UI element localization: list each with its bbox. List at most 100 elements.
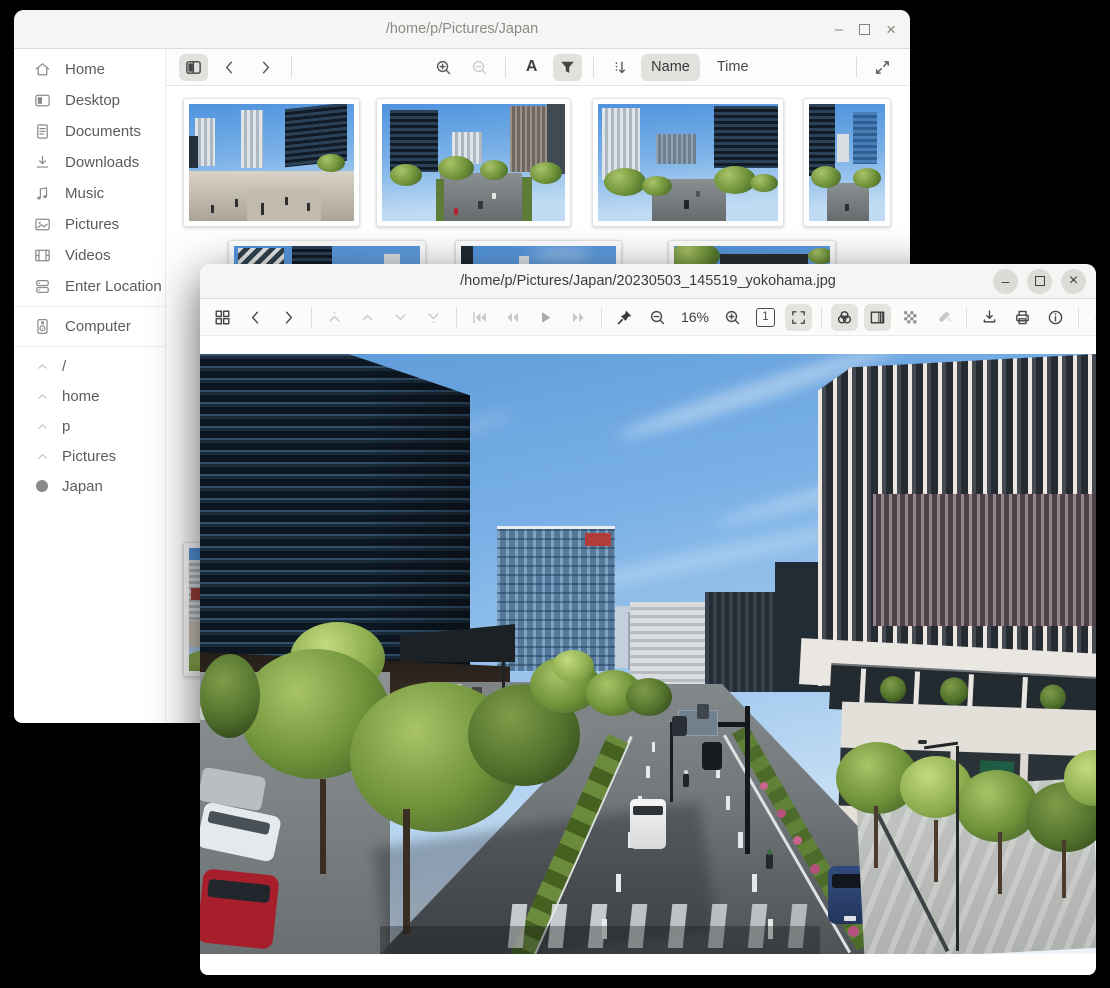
image-viewer-toolbar: 16% 1 — [200, 299, 1096, 336]
back-button[interactable] — [215, 54, 244, 81]
sign-gantry-post — [745, 706, 750, 854]
image-viewer-title: /home/p/Pictures/Japan/20230503_145519_y… — [460, 273, 836, 289]
sidebar-item-videos[interactable]: Videos — [14, 240, 165, 271]
terrace-tree — [1039, 684, 1066, 711]
paint-brush-icon — [934, 308, 953, 327]
sidebar-item-enter-location[interactable]: Enter Location — [14, 271, 165, 302]
forward-button[interactable] — [251, 54, 280, 81]
tree-item-japan-current[interactable]: Japan — [14, 471, 165, 501]
zoom-in-icon — [434, 58, 453, 77]
dark-suv — [702, 742, 722, 770]
sidebar-panel-icon — [184, 58, 203, 77]
skip-to-start-button[interactable] — [466, 304, 493, 331]
tree-trunk — [320, 779, 326, 874]
zoom-in-button[interactable] — [719, 304, 746, 331]
license-plate — [844, 916, 856, 921]
background-toggle-button[interactable] — [864, 304, 891, 331]
font-size-button[interactable]: A — [517, 54, 546, 81]
fit-to-window-button[interactable] — [785, 304, 812, 331]
sidebar-item-desktop[interactable]: Desktop — [14, 85, 165, 116]
sidebar-separator — [14, 306, 165, 307]
up-button[interactable] — [354, 304, 381, 331]
sidebar-item-documents[interactable]: Documents — [14, 116, 165, 147]
sidebar-item-home[interactable]: Home — [14, 54, 165, 85]
sort-by-name-button[interactable]: Name — [641, 54, 700, 81]
image-viewer-titlebar[interactable]: /home/p/Pictures/Japan/20230503_145519_y… — [200, 264, 1096, 299]
toolbar-separator — [821, 307, 822, 328]
rotate-left-button[interactable] — [1088, 304, 1096, 331]
sidebar-item-music[interactable]: Music — [14, 178, 165, 209]
minimize-button[interactable]: – — [835, 22, 843, 37]
flowers — [848, 926, 859, 937]
thumb-building — [189, 136, 198, 168]
tree-item-pictures[interactable]: Pictures — [14, 441, 165, 471]
chevron-right-icon — [256, 58, 275, 77]
terrace-tree — [879, 676, 906, 703]
cyclist-shirt — [767, 849, 772, 855]
smoothing-button[interactable] — [930, 304, 957, 331]
thumbnail-narrow-street-photo[interactable] — [803, 98, 891, 227]
letter-a-icon: A — [526, 58, 538, 76]
sort-by-time-button[interactable]: Time — [707, 54, 759, 81]
slideshow-play-button[interactable] — [532, 304, 559, 331]
sidebar-item-pictures[interactable]: Pictures — [14, 209, 165, 240]
pin-button[interactable] — [611, 304, 638, 331]
thumb-building — [809, 104, 835, 176]
photo-yokohama-street[interactable] — [200, 354, 1096, 954]
thumb-tree — [853, 168, 881, 188]
color-channels-button[interactable] — [831, 304, 858, 331]
terrace-tree — [939, 677, 968, 706]
thumb-tree — [811, 166, 841, 188]
toggle-sidebar-button[interactable] — [179, 54, 208, 81]
maximize-button[interactable] — [859, 24, 870, 35]
file-manager-titlebar[interactable]: /home/p/Pictures/Japan – × — [14, 10, 910, 49]
thumbnail-street-photo[interactable] — [376, 98, 571, 227]
zoom-out-button[interactable] — [465, 54, 494, 81]
document-icon — [33, 122, 52, 141]
zoom-out-button[interactable] — [644, 304, 671, 331]
actual-size-button[interactable]: 1 — [752, 304, 779, 331]
thumb-tree — [808, 248, 830, 264]
thumb-person — [211, 205, 214, 213]
tree-item-home[interactable]: home — [14, 381, 165, 411]
save-button[interactable] — [976, 304, 1003, 331]
print-button[interactable] — [1009, 304, 1036, 331]
checkerboard-button[interactable] — [897, 304, 924, 331]
zoom-in-icon — [723, 308, 742, 327]
music-note-icon — [33, 184, 52, 203]
thumb-cloud — [531, 250, 591, 258]
flowers — [810, 864, 820, 874]
image-canvas-area — [200, 336, 1096, 975]
first-in-folder-button[interactable] — [321, 304, 348, 331]
last-in-folder-button[interactable] — [420, 304, 447, 331]
info-icon — [1046, 308, 1065, 327]
close-button[interactable]: × — [1061, 269, 1086, 294]
sort-order-button[interactable] — [605, 54, 634, 81]
tree-item-root[interactable]: / — [14, 351, 165, 381]
close-button[interactable]: × — [886, 21, 896, 38]
van-windshield — [633, 806, 663, 815]
sidebar-item-label: Videos — [65, 247, 111, 264]
maximize-button[interactable] — [1027, 269, 1052, 294]
fast-forward-button[interactable] — [565, 304, 592, 331]
thumb-person — [307, 203, 310, 211]
thumb-tree — [604, 168, 646, 196]
rgb-circles-icon — [835, 308, 854, 327]
rewind-button[interactable] — [499, 304, 526, 331]
folder-view-button[interactable] — [209, 304, 236, 331]
thumbnail-avenue-photo[interactable] — [592, 98, 784, 227]
tree-trunk — [998, 832, 1002, 894]
filter-button[interactable] — [553, 54, 582, 81]
thumbnail-plaza-photo[interactable] — [183, 98, 360, 227]
white-van — [630, 799, 666, 849]
zoom-in-button[interactable] — [429, 54, 458, 81]
fullscreen-button[interactable] — [868, 54, 897, 81]
minimize-button[interactable]: – — [993, 269, 1018, 294]
previous-image-button[interactable] — [242, 304, 269, 331]
next-image-button[interactable] — [275, 304, 302, 331]
sidebar-item-downloads[interactable]: Downloads — [14, 147, 165, 178]
image-info-button[interactable] — [1042, 304, 1069, 331]
sidebar-item-computer[interactable]: Computer — [14, 311, 165, 342]
down-button[interactable] — [387, 304, 414, 331]
tree-item-p[interactable]: p — [14, 411, 165, 441]
